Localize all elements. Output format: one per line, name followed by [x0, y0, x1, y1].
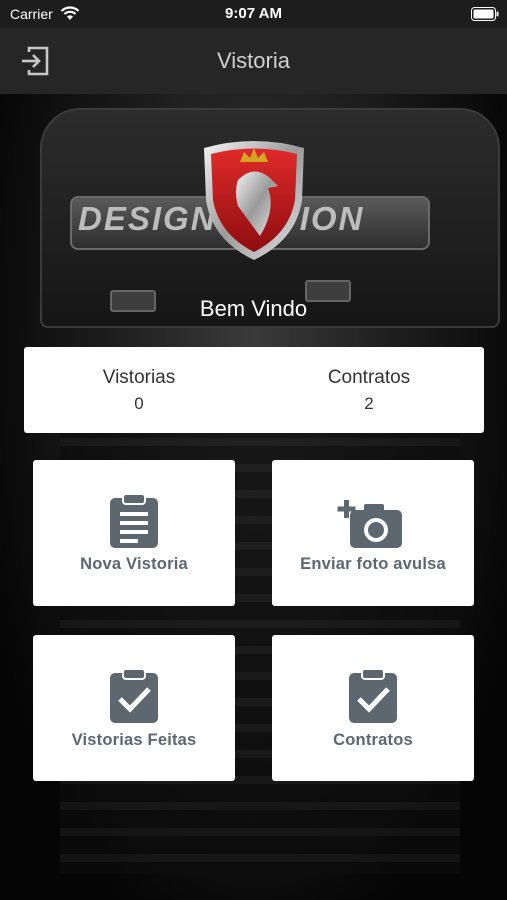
nova-vistoria-button[interactable]: Nova Vistoria [33, 460, 235, 606]
shield-logo [204, 141, 304, 260]
stats-card: Vistorias 0 Contratos 2 [24, 347, 484, 433]
clipboard-list-icon [110, 494, 158, 548]
page-title: Vistoria [217, 48, 290, 73]
clipboard-check-icon [110, 669, 158, 723]
status-bar: Carrier 9:07 AM [0, 0, 507, 28]
stat-value: 2 [364, 394, 374, 413]
battery-icon [471, 7, 499, 21]
stat-value: 0 [134, 394, 144, 413]
stat-vistorias: Vistorias 0 [24, 367, 254, 414]
vistorias-feitas-button[interactable]: Vistorias Feitas [33, 635, 235, 781]
enviar-foto-button[interactable]: Enviar foto avulsa [272, 460, 474, 606]
camera-plus-icon [337, 500, 402, 548]
nav-bar: Vistoria [0, 28, 507, 94]
welcome-text: Bem Vindo [199, 296, 308, 321]
stat-contratos: Contratos 2 [254, 367, 484, 414]
clipboard-check-icon [349, 669, 397, 723]
stat-label: Vistorias [102, 367, 176, 388]
stat-label: Contratos [327, 367, 411, 388]
tile-label: Enviar foto avulsa [300, 555, 446, 573]
tile-label: Contratos [333, 731, 413, 749]
tile-label: Vistorias Feitas [71, 731, 197, 749]
tile-label: Nova Vistoria [80, 555, 188, 573]
clock: 9:07 AM [225, 5, 282, 22]
contratos-button[interactable]: Contratos [272, 635, 474, 781]
